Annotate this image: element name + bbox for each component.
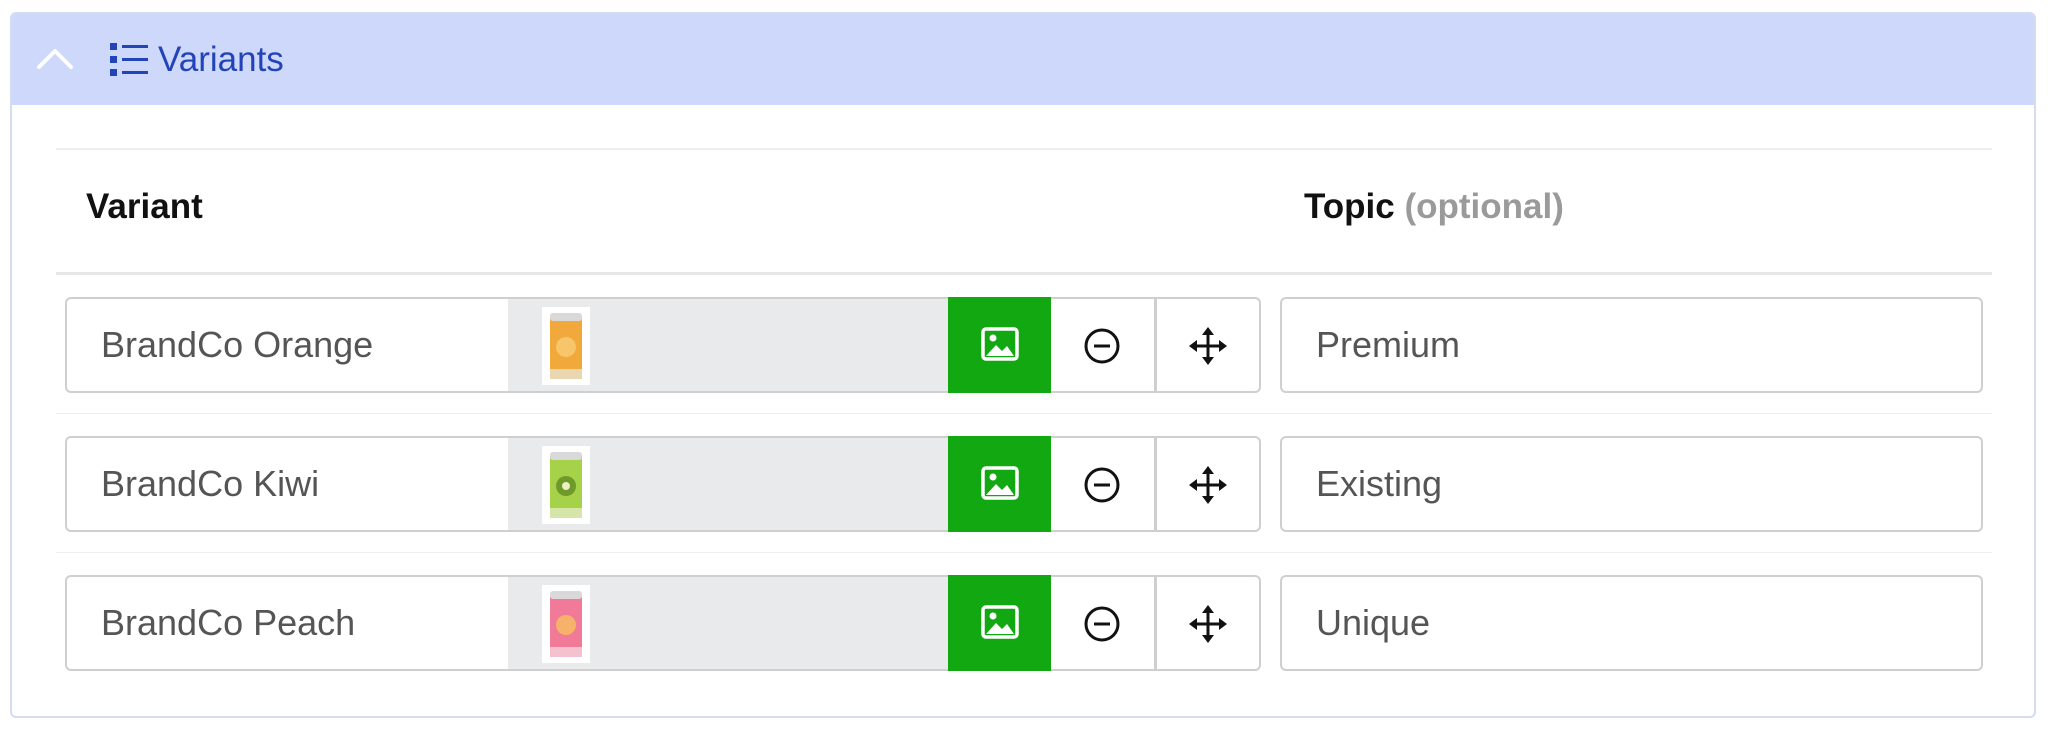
topic-header-hint: (optional) [1404, 187, 1564, 226]
product-can-thumbnail [542, 446, 590, 524]
divider [56, 148, 1992, 150]
select-image-button[interactable] [948, 436, 1051, 532]
divider [56, 413, 1992, 414]
variant-name-value: BrandCo Kiwi [101, 463, 320, 504]
move-arrows-icon [1189, 327, 1227, 365]
variant-row: BrandCo Orange Premium [12, 297, 2034, 393]
select-image-button[interactable] [948, 575, 1051, 671]
move-variant-handle[interactable] [1156, 297, 1261, 393]
product-can-thumbnail [542, 585, 590, 663]
remove-variant-button[interactable] [1051, 297, 1156, 393]
image-icon [981, 605, 1019, 639]
variant-name-input[interactable]: BrandCo Peach [65, 575, 508, 671]
image-icon [981, 327, 1019, 361]
variant-name-value: BrandCo Peach [101, 602, 356, 643]
move-arrows-icon [1189, 605, 1227, 643]
remove-variant-button[interactable] [1051, 575, 1156, 671]
variant-name-input[interactable]: BrandCo Kiwi [65, 436, 508, 532]
variant-image-field [508, 297, 948, 393]
divider [56, 272, 1992, 275]
collapse-button[interactable] [34, 38, 76, 80]
topic-input[interactable]: Unique [1280, 575, 1983, 671]
select-image-button[interactable] [948, 297, 1051, 393]
variant-image-field [508, 575, 948, 671]
topic-value: Unique [1316, 602, 1431, 643]
topic-input[interactable]: Existing [1280, 436, 1983, 532]
panel-header: Variants [12, 14, 2034, 105]
product-can-thumbnail [542, 307, 590, 385]
topic-value: Existing [1316, 463, 1443, 504]
remove-variant-button[interactable] [1051, 436, 1156, 532]
chevron-up-icon [37, 49, 73, 69]
topic-column-header: Topic (optional) [1304, 186, 1564, 228]
minus-circle-icon [1084, 606, 1120, 642]
topic-input[interactable]: Premium [1280, 297, 1983, 393]
list-icon [110, 43, 148, 76]
variant-column-header: Variant [86, 187, 203, 226]
topic-header-label: Topic [1304, 187, 1395, 226]
move-variant-handle[interactable] [1156, 575, 1261, 671]
image-icon [981, 466, 1019, 500]
move-variant-handle[interactable] [1156, 436, 1261, 532]
minus-circle-icon [1084, 467, 1120, 503]
topic-value: Premium [1316, 324, 1461, 365]
move-arrows-icon [1189, 466, 1227, 504]
variant-name-input[interactable]: BrandCo Orange [65, 297, 508, 393]
variants-panel: Variants Variant Topic (optional) BrandC… [10, 12, 2036, 718]
variant-row: BrandCo Kiwi Existing [12, 436, 2034, 532]
variant-row: BrandCo Peach Unique [12, 575, 2034, 671]
divider [56, 552, 1992, 553]
variant-name-value: BrandCo Orange [101, 324, 374, 365]
minus-circle-icon [1084, 328, 1120, 364]
panel-title: Variants [158, 40, 284, 79]
variant-image-field [508, 436, 948, 532]
